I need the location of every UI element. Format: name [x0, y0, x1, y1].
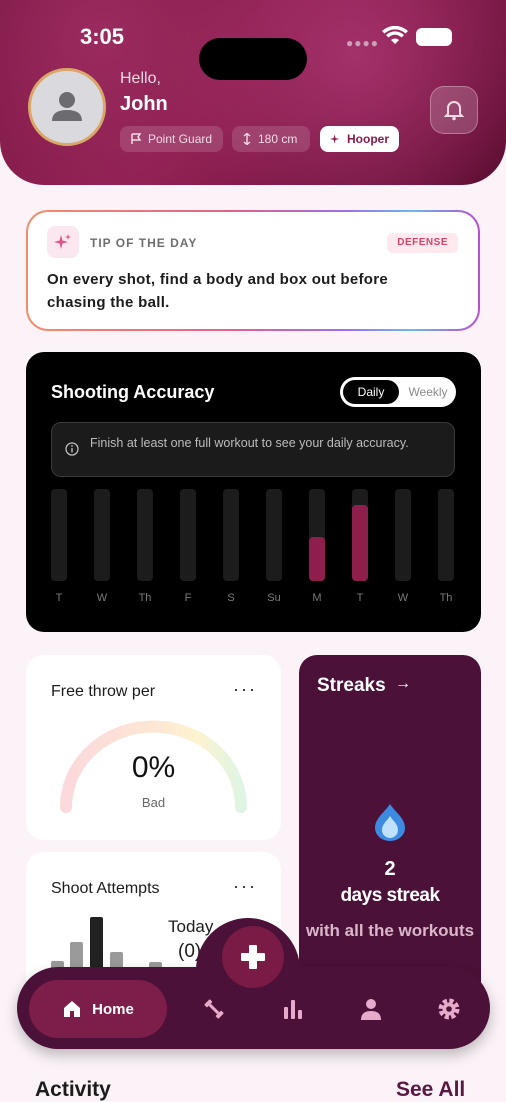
battery-icon [416, 28, 452, 46]
accuracy-day-label: W [96, 592, 108, 604]
tip-text: On every shot, find a body and box out b… [47, 271, 389, 311]
streak-days-label: days streak [340, 885, 440, 906]
settings-icon [438, 998, 460, 1020]
notifications-button[interactable] [430, 86, 478, 134]
accuracy-day-label: Th [138, 592, 152, 604]
streak-subtitle: with all the workouts [305, 921, 475, 940]
accuracy-bar [94, 489, 110, 581]
accuracy-day-label: W [397, 592, 409, 604]
profile-icon [361, 999, 381, 1020]
info-icon [65, 442, 79, 456]
user-icon [52, 92, 82, 121]
sparkle-icon [330, 134, 340, 144]
attempts-today-label: Today [168, 917, 214, 936]
header: 3:05 ●●●● Hello, John Point Guard 180 cm… [0, 0, 506, 185]
streaks-title: Streaks [317, 675, 386, 696]
accuracy-bar [180, 489, 196, 581]
height-icon [243, 133, 251, 145]
hooper-chip: Hooper [320, 126, 399, 152]
period-toggle: Daily Weekly [340, 377, 456, 407]
shooting-accuracy-card: Shooting Accuracy Daily Weekly Finish at… [26, 352, 481, 632]
see-all-link[interactable]: See All [396, 1078, 465, 1102]
arrow-right-icon: → [395, 675, 411, 692]
accuracy-day-label: F [184, 592, 192, 604]
nav-home-label: Home [92, 1000, 134, 1018]
wifi-icon [382, 26, 408, 44]
accuracy-bar [137, 489, 153, 581]
accuracy-bar [266, 489, 282, 581]
nav-stats[interactable] [278, 994, 308, 1024]
greeting: Hello, [120, 70, 161, 87]
tip-title: TIP OF THE DAY [90, 236, 198, 250]
plus-icon [241, 945, 265, 969]
free-throw-card[interactable]: Free throw per ··· 0% Bad [26, 655, 281, 840]
flag-icon [131, 133, 142, 144]
signal-icon: ●●●● [346, 36, 379, 50]
nav-home[interactable]: Home [29, 980, 167, 1038]
dynamic-island [199, 38, 307, 80]
streaks-card[interactable]: Streaks → 2 days streak with all the wor… [299, 655, 481, 1000]
activity-title: Activity [35, 1078, 111, 1101]
notice-text: Finish at least one full workout to see … [90, 436, 409, 450]
flame-icon [375, 804, 405, 841]
accuracy-day-label: T [55, 592, 63, 604]
accuracy-bar [309, 489, 325, 581]
more-options-icon[interactable]: ··· [233, 876, 257, 897]
streak-count: 2 [384, 858, 396, 880]
bell-icon [444, 101, 464, 121]
status-bar: 3:05 ●●●● [0, 22, 506, 80]
tip-category-badge: DEFENSE [387, 233, 458, 253]
stats-icon [284, 1000, 302, 1019]
accuracy-day-label: Th [439, 592, 453, 604]
more-options-icon[interactable]: ··· [233, 679, 257, 700]
toggle-daily[interactable]: Daily [343, 380, 399, 404]
nav-profile[interactable] [356, 994, 386, 1024]
accuracy-notice: Finish at least one full workout to see … [51, 422, 455, 477]
accuracy-bar [352, 489, 368, 581]
accuracy-day-label: S [227, 592, 235, 604]
user-name: John [120, 93, 168, 115]
accuracy-bar-fill [309, 537, 325, 581]
accuracy-day-label: M [312, 592, 322, 604]
accuracy-day-label: Su [267, 592, 281, 604]
nav-settings[interactable] [434, 994, 464, 1024]
free-throw-value: 0% [131, 751, 176, 784]
accuracy-bar [438, 489, 454, 581]
dumbbell-icon [204, 999, 224, 1019]
height-chip: 180 cm [232, 126, 310, 152]
free-throw-title: Free throw per [51, 683, 156, 700]
tip-card[interactable]: TIP OF THE DAY DEFENSE On every shot, fi… [26, 210, 480, 331]
avatar[interactable] [28, 68, 106, 146]
accuracy-title: Shooting Accuracy [51, 382, 215, 402]
accuracy-bar [51, 489, 67, 581]
home-icon [64, 1001, 81, 1017]
position-chip: Point Guard [120, 126, 223, 152]
accuracy-bar [223, 489, 239, 581]
sparkle-icon [47, 226, 79, 258]
status-time: 3:05 [80, 24, 125, 49]
shoot-attempts-title: Shoot Attempts [51, 880, 160, 897]
accuracy-bar-fill [352, 505, 368, 581]
nav-workouts[interactable] [199, 994, 229, 1024]
accuracy-day-label: T [356, 592, 364, 604]
toggle-weekly[interactable]: Weekly [403, 380, 453, 404]
add-workout-button[interactable] [222, 926, 284, 988]
free-throw-rating: Bad [141, 795, 166, 810]
accuracy-bar [395, 489, 411, 581]
